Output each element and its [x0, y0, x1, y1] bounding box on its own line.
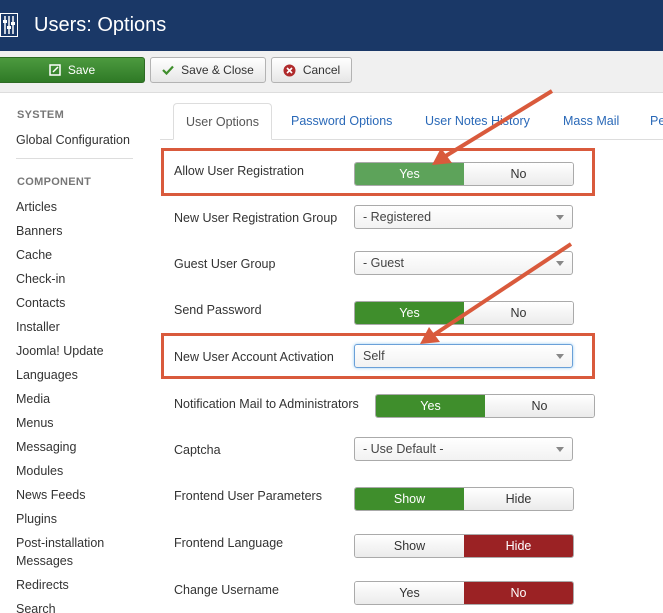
- captcha-label: Captcha: [174, 443, 221, 457]
- chevron-down-icon: [556, 447, 564, 452]
- sidebar-item-messaging[interactable]: Messaging: [16, 438, 141, 456]
- notification-mail-yes[interactable]: Yes: [376, 395, 485, 417]
- highlight-box-activation: [161, 333, 595, 379]
- frontend-params-hide[interactable]: Hide: [464, 488, 573, 510]
- sidebar-item-post-installation-messages[interactable]: Post-installation Messages: [16, 534, 141, 570]
- frontend-params-label: Frontend User Parameters: [174, 489, 322, 503]
- guest-group-select[interactable]: - Guest: [354, 251, 573, 275]
- sidebar-item-joomla-update[interactable]: Joomla! Update: [16, 342, 141, 360]
- tab-user-options[interactable]: User Options: [173, 103, 272, 140]
- chevron-down-icon: [556, 215, 564, 220]
- frontend-language-show[interactable]: Show: [355, 535, 464, 557]
- sidebar-item-installer[interactable]: Installer: [16, 318, 141, 336]
- cancel-button[interactable]: Cancel: [271, 57, 352, 83]
- change-username-label: Change Username: [174, 583, 279, 597]
- registration-group-select[interactable]: - Registered: [354, 205, 573, 229]
- frontend-language-toggle: Show Hide: [354, 534, 574, 558]
- send-password-label: Send Password: [174, 303, 262, 317]
- sidebar-item-redirects[interactable]: Redirects: [16, 576, 141, 594]
- sidebar-item-check-in[interactable]: Check-in: [16, 270, 141, 288]
- save-label: Save: [67, 63, 96, 77]
- guest-group-value: - Guest: [363, 256, 404, 270]
- notification-mail-toggle: Yes No: [375, 394, 595, 418]
- change-username-no[interactable]: No: [464, 582, 573, 604]
- sidebar-item-global-configuration[interactable]: Global Configuration: [16, 131, 141, 149]
- tab-password-options[interactable]: Password Options: [291, 103, 392, 140]
- registration-group-value: - Registered: [363, 210, 432, 224]
- sidebar-divider: [16, 158, 133, 159]
- tab-mass-mail[interactable]: Mass Mail: [563, 103, 619, 140]
- tab-permissions[interactable]: Pe: [650, 103, 663, 140]
- change-username-yes[interactable]: Yes: [355, 582, 464, 604]
- save-close-label: Save & Close: [181, 63, 254, 77]
- highlight-box-registration: [161, 148, 595, 196]
- sidebar-item-cache[interactable]: Cache: [16, 246, 141, 264]
- page-title: Users: Options: [34, 14, 167, 36]
- sidebar-item-contacts[interactable]: Contacts: [16, 294, 141, 312]
- sidebar-item-plugins[interactable]: Plugins: [16, 510, 141, 528]
- send-password-yes[interactable]: Yes: [355, 302, 464, 324]
- check-icon: [162, 65, 174, 75]
- tab-user-notes-history[interactable]: User Notes History: [425, 103, 530, 140]
- frontend-params-show[interactable]: Show: [355, 488, 464, 510]
- sidebar-item-modules[interactable]: Modules: [16, 462, 141, 480]
- send-password-toggle: Yes No: [354, 301, 574, 325]
- sidebar-heading-system: SYSTEM: [17, 109, 65, 121]
- chevron-down-icon: [556, 261, 564, 266]
- sidebar-item-articles[interactable]: Articles: [16, 198, 141, 216]
- save-button[interactable]: Save: [0, 57, 145, 83]
- sidebar-item-media[interactable]: Media: [16, 390, 141, 408]
- sidebar-heading-component: COMPONENT: [17, 176, 92, 188]
- options-tabs: User Options Password Options User Notes…: [160, 103, 663, 140]
- frontend-params-toggle: Show Hide: [354, 487, 574, 511]
- guest-group-label: Guest User Group: [174, 257, 276, 271]
- sidebar-item-menus[interactable]: Menus: [16, 414, 141, 432]
- notification-mail-label: Notification Mail to Administrators: [174, 397, 359, 411]
- save-close-button[interactable]: Save & Close: [150, 57, 266, 83]
- notification-mail-no[interactable]: No: [485, 395, 594, 417]
- send-password-no[interactable]: No: [464, 302, 573, 324]
- frontend-language-label: Frontend Language: [174, 536, 284, 550]
- page-header: Users: Options: [0, 0, 663, 51]
- change-username-toggle: Yes No: [354, 581, 574, 605]
- cancel-circle-icon: [283, 64, 296, 76]
- sidebar-item-news-feeds[interactable]: News Feeds: [16, 486, 141, 504]
- options-icon: [0, 13, 18, 37]
- sidebar-item-languages[interactable]: Languages: [16, 366, 141, 384]
- frontend-language-hide[interactable]: Hide: [464, 535, 573, 557]
- sidebar-item-search[interactable]: Search: [16, 600, 141, 613]
- registration-group-label: New User Registration Group: [174, 211, 338, 225]
- captcha-value: - Use Default -: [363, 442, 444, 456]
- sidebar-item-banners[interactable]: Banners: [16, 222, 141, 240]
- captcha-select[interactable]: - Use Default -: [354, 437, 573, 461]
- cancel-label: Cancel: [302, 63, 341, 77]
- edit-icon: [49, 64, 61, 76]
